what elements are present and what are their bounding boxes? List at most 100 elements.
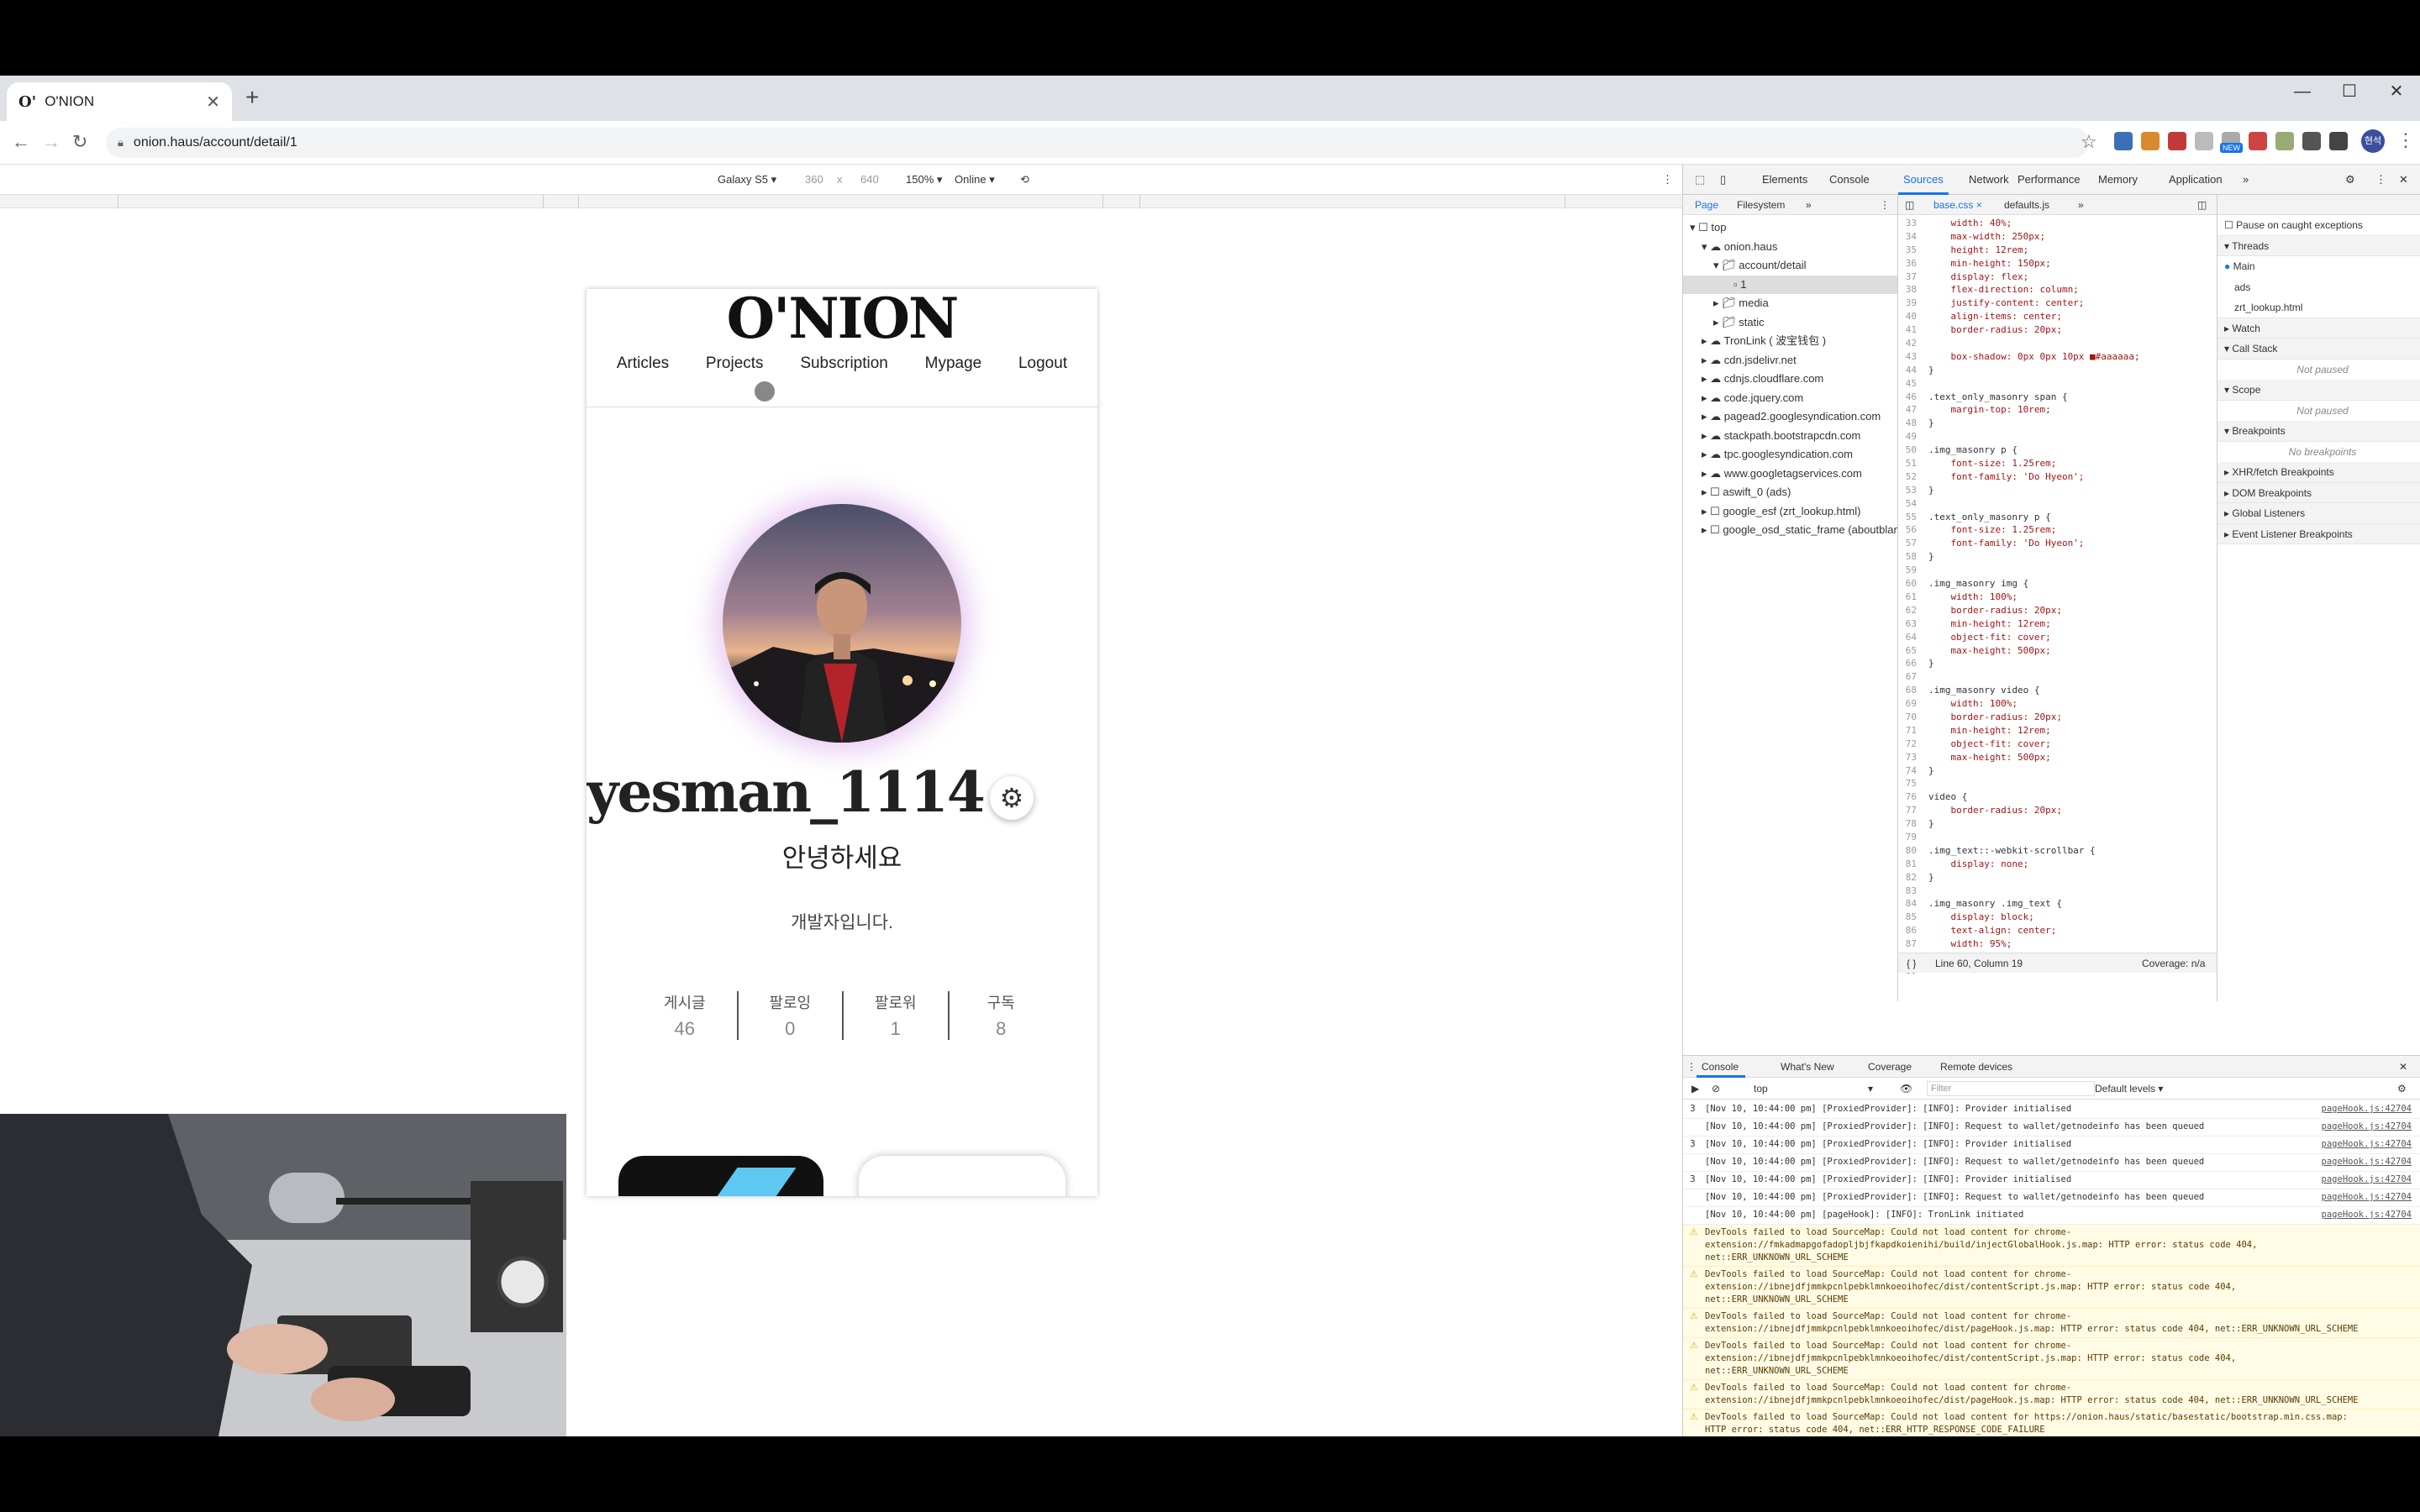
line-number[interactable]: 65 [1898, 644, 1928, 658]
code-line[interactable]: 61 width: 100%; [1898, 591, 2209, 604]
line-number[interactable]: 73 [1898, 751, 1928, 764]
watch-section[interactable]: ▸ Watch [2217, 318, 2420, 339]
device-toggle-icon[interactable]: ▯ [1720, 173, 1726, 186]
line-number[interactable]: 74 [1898, 764, 1928, 778]
line-number[interactable]: 59 [1898, 564, 1928, 577]
code-line[interactable]: 56 font-size: 1.25rem; [1898, 523, 2209, 537]
line-number[interactable]: 51 [1898, 457, 1928, 470]
devtools-menu-icon[interactable]: ⋮ [2375, 173, 2386, 186]
code-line[interactable]: 77 border-radius: 20px; [1898, 804, 2209, 817]
code-line[interactable]: 42 [1898, 337, 2209, 350]
tree-item[interactable]: ▸ ☁ pagead2.googlesyndication.com [1683, 407, 1897, 427]
pretty-print-icon[interactable]: { } [1907, 958, 1916, 969]
drawer-tab-whats-new[interactable]: What's New [1781, 1061, 1834, 1073]
message-source-link[interactable]: pageHook.js:42704 [2322, 1156, 2412, 1168]
code-line[interactable]: 46 .text_only_masonry span { [1898, 391, 2209, 404]
code-line[interactable]: 57 font-family: 'Do Hyeon'; [1898, 537, 2209, 550]
tree-item[interactable]: ▸ ☁ cdnjs.cloudflare.com [1683, 370, 1897, 389]
reload-icon[interactable]: ↻ [72, 131, 87, 153]
line-number[interactable]: 81 [1898, 858, 1928, 871]
line-number[interactable]: 79 [1898, 831, 1928, 844]
line-number[interactable]: 85 [1898, 911, 1928, 924]
message-source-link[interactable]: pageHook.js:42704 [2322, 1103, 2412, 1116]
media-query-ruler[interactable] [0, 195, 1682, 208]
code-line[interactable]: 74} [1898, 764, 2209, 778]
code-line[interactable]: 84 .img_masonry .img_text { [1898, 897, 2209, 911]
code-line[interactable]: 34 max-width: 250px; [1898, 230, 2209, 244]
inspect-icon[interactable]: ⬚ [1695, 173, 1705, 186]
code-line[interactable]: 86 text-align: center; [1898, 924, 2209, 937]
line-number[interactable]: 41 [1898, 323, 1928, 337]
close-tab-icon[interactable]: ✕ [206, 92, 220, 113]
line-number[interactable]: 53 [1898, 484, 1928, 497]
xhr-breakpoints-section[interactable]: ▸ XHR/fetch Breakpoints [2217, 462, 2420, 483]
line-number[interactable]: 46 [1898, 391, 1928, 404]
code-line[interactable]: 40 align-items: center; [1898, 310, 2209, 323]
tree-item[interactable]: ▸ ☁ cdn.jsdelivr.net [1683, 351, 1897, 370]
profile-avatar[interactable]: 현석 [2361, 129, 2385, 153]
context-select[interactable]: top [1754, 1083, 1768, 1095]
code-line[interactable]: 35 height: 12rem; [1898, 244, 2209, 257]
code-line[interactable]: 59 [1898, 564, 2209, 577]
extension-icon[interactable] [2141, 132, 2160, 150]
settings-gear-icon[interactable]: ⚙ [990, 776, 1034, 820]
line-number[interactable]: 42 [1898, 337, 1928, 350]
tree-item[interactable]: ▸ ☁ www.googletagservices.com [1683, 465, 1897, 484]
code-line[interactable]: 38 flex-direction: column; [1898, 283, 2209, 297]
pause-exceptions-checkbox[interactable]: ☐ Pause on caught exceptions [2217, 215, 2420, 236]
device-select[interactable]: Galaxy S5 ▾ [718, 173, 776, 186]
line-number[interactable]: 49 [1898, 430, 1928, 444]
code-line[interactable]: 80 .img_text::-webkit-scrollbar { [1898, 844, 2209, 858]
line-number[interactable]: 54 [1898, 497, 1928, 511]
close-window-icon[interactable]: ✕ [2373, 76, 2420, 108]
code-line[interactable]: 50 .img_masonry p { [1898, 444, 2209, 457]
tree-item[interactable]: ▾ 📁︎ account/detail [1683, 256, 1897, 276]
line-number[interactable]: 83 [1898, 885, 1928, 898]
code-line[interactable]: 87 width: 95%; [1898, 937, 2209, 951]
line-number[interactable]: 37 [1898, 270, 1928, 284]
message-source-link[interactable]: pageHook.js:42704 [2322, 1209, 2412, 1221]
code-line[interactable]: 45 [1898, 377, 2209, 391]
call-stack-section[interactable]: ▾ Call Stack [2217, 339, 2420, 360]
line-number[interactable]: 52 [1898, 470, 1928, 484]
message-source-link[interactable]: pageHook.js:42704 [2322, 1191, 2412, 1204]
stat-followers[interactable]: 팔로워 1 [844, 991, 950, 1040]
extension-icon[interactable] [2168, 132, 2186, 150]
line-number[interactable]: 77 [1898, 804, 1928, 817]
forward-icon[interactable]: → [42, 131, 60, 153]
line-number[interactable]: 63 [1898, 617, 1928, 631]
tree-item[interactable]: ▾ ☁ onion.haus [1683, 238, 1897, 257]
rotate-icon[interactable]: ⟲ [1020, 173, 1029, 186]
extension-icon[interactable] [2114, 132, 2133, 150]
code-line[interactable]: 62 border-radius: 20px; [1898, 604, 2209, 617]
close-drawer-icon[interactable]: ✕ [2399, 1061, 2407, 1073]
more-nav-tabs[interactable]: » [1806, 199, 1812, 211]
line-number[interactable]: 61 [1898, 591, 1928, 604]
code-line[interactable]: 78} [1898, 817, 2209, 831]
scope-section[interactable]: ▾ Scope [2217, 380, 2420, 401]
nav-logout[interactable]: Logout [1018, 354, 1067, 373]
address-bar[interactable]: 🔒︎ onion.haus/account/detail/1 [106, 128, 2089, 158]
maximize-icon[interactable]: ☐ [2326, 76, 2373, 108]
project-card[interactable] [859, 1156, 1065, 1196]
drawer-menu-icon[interactable]: ⋮ [1686, 1061, 1697, 1073]
code-line[interactable]: 73 max-height: 500px; [1898, 751, 2209, 764]
project-card[interactable] [618, 1156, 823, 1196]
message-source-link[interactable]: pageHook.js:42704 [2322, 1173, 2412, 1186]
console-settings-icon[interactable]: ⚙ [2397, 1083, 2407, 1095]
tab-elements[interactable]: Elements [1762, 173, 1807, 186]
code-line[interactable]: 53} [1898, 484, 2209, 497]
tab-console[interactable]: Console [1829, 173, 1870, 186]
clear-console-icon[interactable]: ⊘ [1712, 1083, 1720, 1095]
code-line[interactable]: 44} [1898, 364, 2209, 377]
stat-posts[interactable]: 게시글 46 [633, 991, 739, 1040]
close-devtools-icon[interactable]: ✕ [2399, 173, 2408, 186]
line-number[interactable]: 84 [1898, 897, 1928, 911]
drawer-tab-remote-devices[interactable]: Remote devices [1940, 1061, 2012, 1073]
tab-sources[interactable]: Sources [1903, 173, 1944, 186]
tree-item[interactable]: ▸ 📁︎ static [1683, 313, 1897, 333]
line-number[interactable]: 71 [1898, 724, 1928, 738]
toggle-navigator-icon[interactable]: ◫ [1905, 199, 1914, 211]
zoom-select[interactable]: 150% ▾ [906, 173, 942, 186]
code-line[interactable]: 58} [1898, 550, 2209, 564]
